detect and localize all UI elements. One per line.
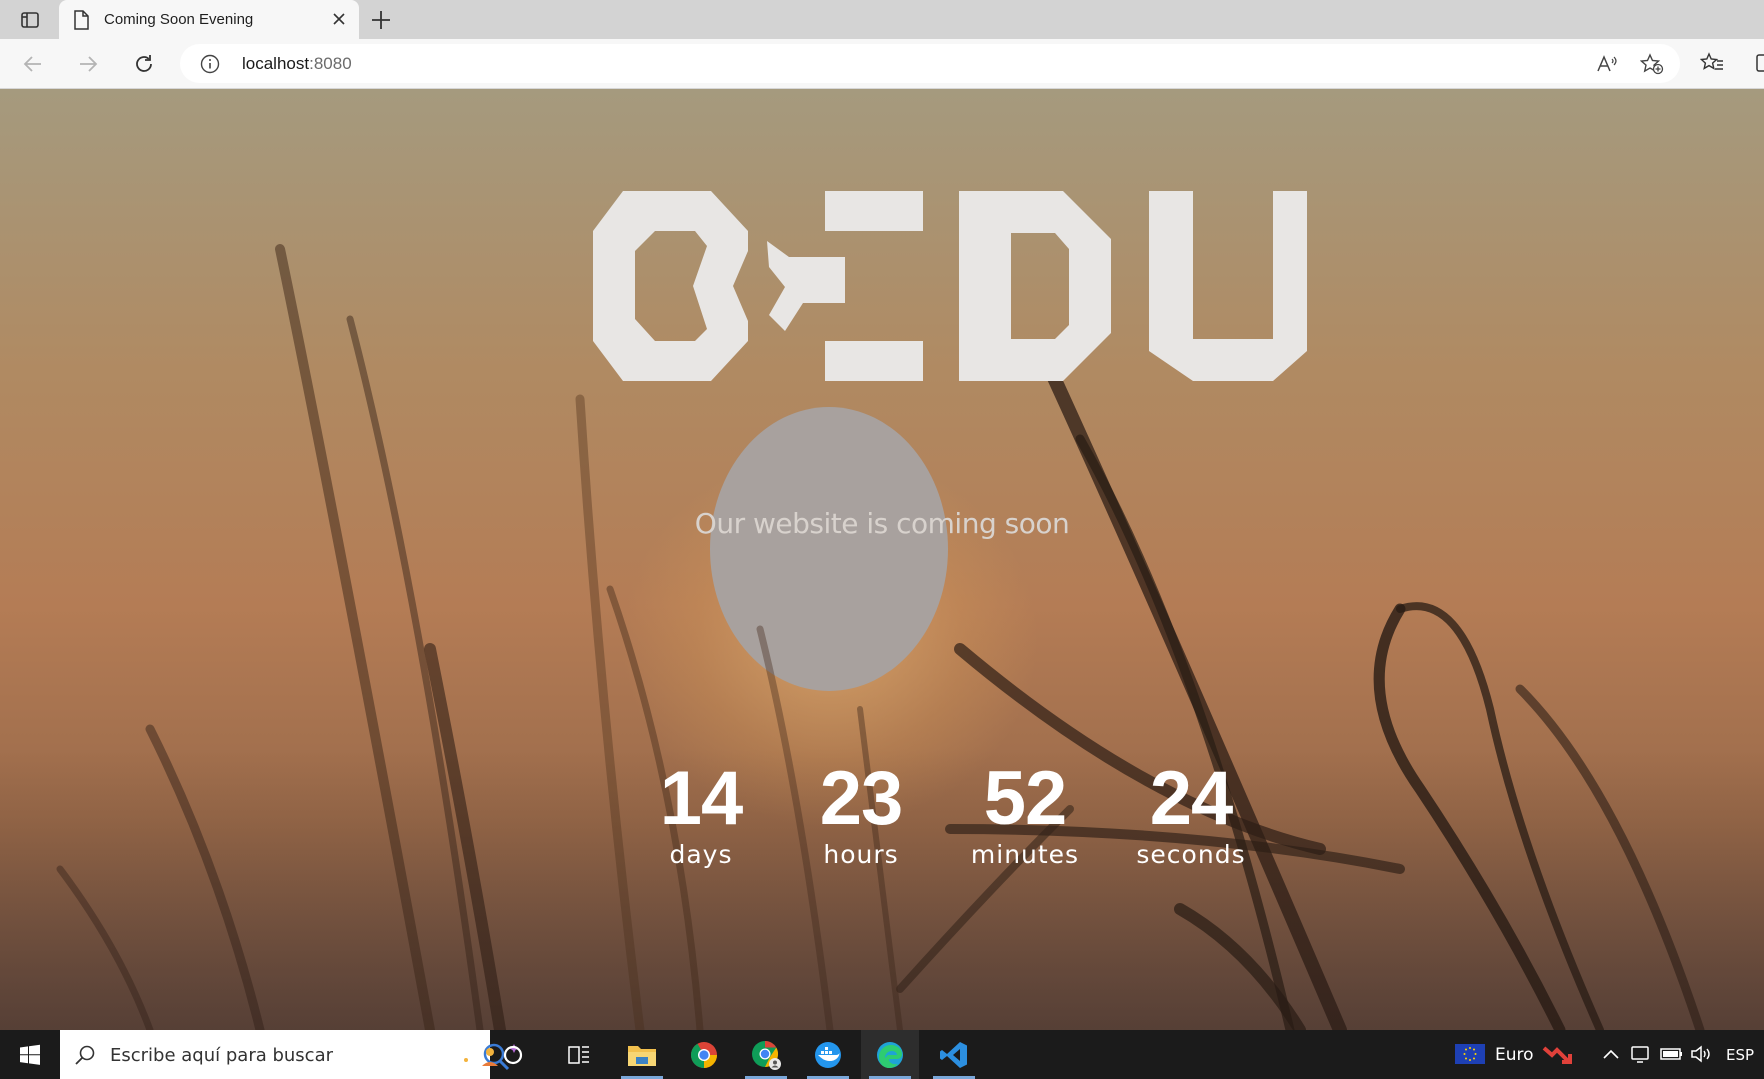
task-view-icon[interactable] [550, 1030, 608, 1079]
site-info-icon[interactable] [200, 54, 220, 79]
page-viewport: Our website is coming soon 14 days 23 ho… [0, 89, 1764, 1030]
days-value: 14 [659, 756, 744, 841]
seconds-value: 24 [1149, 756, 1234, 841]
page-icon [73, 10, 89, 35]
minutes-label: minutes [970, 840, 1080, 869]
hours-value: 23 [819, 756, 904, 841]
eu-flag-icon[interactable] [1455, 1044, 1485, 1069]
edge-icon[interactable] [861, 1030, 919, 1079]
volume-icon[interactable] [1690, 1044, 1714, 1069]
chrome-icon[interactable] [675, 1030, 733, 1079]
new-tab-icon[interactable] [368, 7, 394, 33]
url-text[interactable]: localhost:8080 [242, 54, 352, 74]
chrome-profile-icon[interactable] [737, 1030, 795, 1079]
tab-strip: Coming Soon Evening [0, 0, 1764, 40]
countdown-hours: 23 hours [776, 759, 946, 871]
file-explorer-icon[interactable] [613, 1030, 671, 1079]
address-bar[interactable]: localhost:8080 [180, 44, 1680, 83]
coming-soon-tagline: Our website is coming soon [0, 507, 1764, 540]
forward-icon[interactable] [75, 51, 103, 79]
browser-toolbar: localhost:8080 [0, 39, 1764, 89]
chevron-up-icon[interactable] [1602, 1044, 1620, 1069]
trend-down-icon[interactable] [1542, 1044, 1572, 1071]
days-label: days [669, 840, 733, 869]
browser-tab[interactable]: Coming Soon Evening [59, 0, 359, 40]
hours-label: hours [823, 840, 899, 869]
vscode-icon[interactable] [925, 1030, 983, 1079]
tab-actions-icon[interactable] [14, 8, 46, 32]
countdown-minutes: 52 minutes [940, 759, 1110, 871]
language-indicator[interactable]: ESP [1726, 1046, 1754, 1064]
bedu-logo [593, 191, 1307, 381]
cortana-icon[interactable] [484, 1030, 542, 1079]
seconds-label: seconds [1136, 840, 1246, 869]
add-favorite-icon[interactable] [1639, 53, 1664, 80]
url-host: localhost [242, 54, 310, 73]
back-icon[interactable] [20, 51, 48, 79]
docker-icon[interactable] [799, 1030, 857, 1079]
url-port: :8080 [309, 54, 352, 73]
minutes-value: 52 [983, 756, 1068, 841]
collections-icon[interactable] [1756, 51, 1764, 80]
tagline-text: Our website is coming soon [694, 507, 1070, 540]
battery-icon[interactable] [1660, 1044, 1684, 1069]
countdown-days: 14 days [616, 759, 786, 871]
taskbar: Escribe aquí para buscar Euro ESP [0, 1030, 1764, 1079]
search-icon [74, 1044, 96, 1071]
tab-title: Coming Soon Evening [104, 11, 254, 28]
close-tab-icon[interactable] [329, 9, 349, 29]
countdown-seconds: 24 seconds [1106, 759, 1276, 871]
taskbar-search-box[interactable]: Escribe aquí para buscar [60, 1030, 519, 1079]
search-placeholder: Escribe aquí para buscar [110, 1045, 334, 1066]
refresh-icon[interactable] [131, 51, 159, 79]
favorites-icon[interactable] [1699, 52, 1724, 79]
network-icon[interactable] [1630, 1044, 1652, 1069]
read-aloud-icon[interactable] [1596, 53, 1618, 80]
currency-label[interactable]: Euro [1495, 1045, 1534, 1065]
windows-start-icon[interactable] [0, 1030, 60, 1079]
